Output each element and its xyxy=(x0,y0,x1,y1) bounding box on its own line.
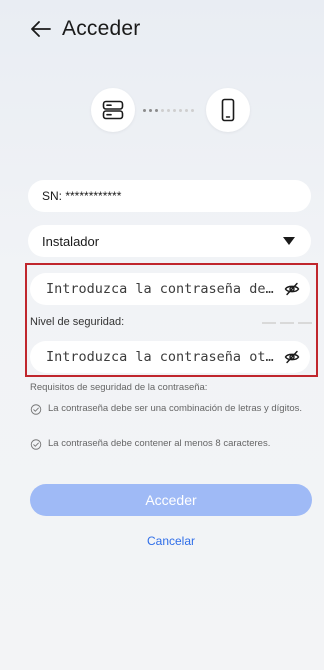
dot xyxy=(185,109,188,112)
requirement-text: La contraseña debe ser una combinación d… xyxy=(48,403,303,414)
requirement-item: La contraseña debe contener al menos 8 c… xyxy=(30,438,312,450)
security-bar xyxy=(298,322,312,324)
dot xyxy=(173,109,176,112)
back-button[interactable] xyxy=(30,18,52,40)
eye-off-icon[interactable] xyxy=(284,349,300,365)
arrow-left-icon xyxy=(31,21,51,37)
security-bar xyxy=(262,322,276,324)
connection-graphic xyxy=(0,88,324,132)
dot xyxy=(149,109,152,112)
server-device-icon xyxy=(102,100,124,120)
security-bar xyxy=(280,322,294,324)
requirement-text: La contraseña debe contener al menos 8 c… xyxy=(48,438,271,449)
cancel-button[interactable]: Cancelar xyxy=(0,534,324,548)
confirm-password-placeholder: Introduzca la contraseña otra… xyxy=(46,349,274,365)
requirements-title: Requisitos de seguridad de la contraseña… xyxy=(30,382,208,393)
dot xyxy=(155,109,158,112)
dot xyxy=(143,109,146,112)
dot xyxy=(179,109,182,112)
check-circle-icon xyxy=(30,439,42,450)
requirement-item: La contraseña debe ser una combinación d… xyxy=(30,403,312,415)
check-circle-icon xyxy=(30,404,42,415)
dot xyxy=(161,109,164,112)
confirm-password-input[interactable]: Introduzca la contraseña otra… xyxy=(30,341,310,373)
role-select[interactable]: Instalador xyxy=(28,225,311,257)
eye-off-icon[interactable] xyxy=(284,281,300,297)
dot xyxy=(167,109,170,112)
header-bar: Acceder xyxy=(0,0,324,58)
server-device-circle xyxy=(91,88,135,132)
security-level-meter xyxy=(262,322,312,324)
page-title: Acceder xyxy=(62,17,141,40)
sn-value: SN: ************ xyxy=(42,189,122,203)
security-level-label: Nivel de seguridad: xyxy=(30,316,125,328)
phone-device-circle xyxy=(206,88,250,132)
password-placeholder: Introduzca la contraseña de i… xyxy=(46,281,274,297)
phone-device-icon xyxy=(221,98,235,122)
password-section: Introduzca la contraseña de i… Nivel de … xyxy=(25,263,318,377)
submit-button[interactable]: Acceder xyxy=(30,484,312,516)
sn-field: SN: ************ xyxy=(28,180,311,212)
password-input[interactable]: Introduzca la contraseña de i… xyxy=(30,273,310,305)
role-selected-value: Instalador xyxy=(42,233,100,249)
connection-dots xyxy=(143,109,199,112)
dot xyxy=(191,109,194,112)
dropdown-caret-icon xyxy=(283,237,295,245)
